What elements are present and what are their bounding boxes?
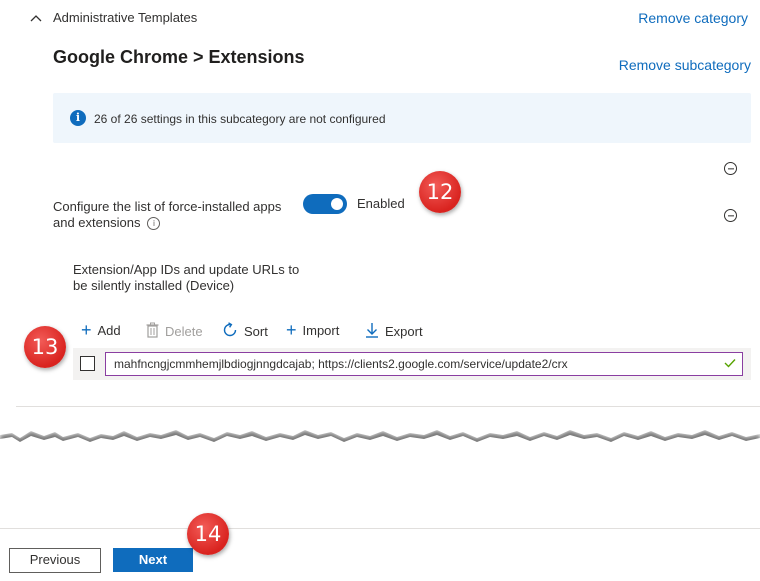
plus-icon: + <box>286 320 297 340</box>
footer-divider <box>0 528 760 529</box>
callout-badge-12: 12 <box>419 171 461 213</box>
remove-category-link[interactable]: Remove category <box>638 10 748 26</box>
extension-url-input[interactable]: mahfncngjcmmhemjlbdiogjnngdcajab; https:… <box>105 352 743 376</box>
sub-setting-label-line1: Extension/App IDs and update URLs to <box>73 262 300 277</box>
import-label: Import <box>302 322 340 338</box>
plus-icon: + <box>81 320 92 340</box>
sub-setting-label: Extension/App IDs and update URLs to be … <box>73 262 299 294</box>
setting-info-icon[interactable]: i <box>147 216 161 230</box>
export-label: Export <box>385 324 423 339</box>
page-title: Google Chrome > Extensions <box>53 47 305 67</box>
section-title: Administrative Templates <box>53 10 198 25</box>
sub-setting-label-line2: be silently installed (Device) <box>73 278 235 293</box>
enabled-toggle[interactable] <box>303 194 347 214</box>
info-bar-text: 26 of 26 settings in this subcategory ar… <box>94 112 386 126</box>
info-bar: i 26 of 26 settings in this subcategory … <box>53 93 751 143</box>
download-icon <box>365 322 379 341</box>
row-checkbox[interactable] <box>80 356 95 371</box>
remove-all-icon[interactable] <box>724 162 737 175</box>
previous-button[interactable]: Previous <box>9 548 101 573</box>
collapse-chevron-icon[interactable] <box>30 11 42 29</box>
refresh-icon <box>222 322 238 341</box>
delete-button[interactable]: Delete <box>146 322 203 341</box>
valid-check-icon <box>724 356 736 371</box>
setting-label-line1: Configure the list of force-installed ap… <box>53 199 282 214</box>
remove-subcategory-link[interactable]: Remove subcategory <box>619 57 751 73</box>
remove-setting-icon[interactable] <box>724 209 737 222</box>
setting-label: Configure the list of force-installed ap… <box>53 199 298 231</box>
add-button[interactable]: + Add <box>81 320 121 340</box>
info-icon: i <box>70 110 86 126</box>
extension-url-value: mahfncngjcmmhemjlbdiogjnngdcajab; https:… <box>114 357 568 371</box>
delete-label: Delete <box>165 324 203 339</box>
callout-badge-13: 13 <box>24 326 66 368</box>
callout-badge-14: 14 <box>187 513 229 555</box>
table-row: mahfncngjcmmhemjlbdiogjnngdcajab; https:… <box>73 348 751 380</box>
toggle-state-label: Enabled <box>357 196 405 211</box>
section-divider <box>16 406 760 407</box>
torn-edge <box>0 412 760 462</box>
export-button[interactable]: Export <box>365 322 423 341</box>
next-button[interactable]: Next <box>113 548 193 572</box>
sort-label: Sort <box>244 324 268 339</box>
import-button[interactable]: + Import <box>286 320 340 340</box>
toggle-knob <box>331 198 343 210</box>
trash-icon <box>146 322 159 341</box>
setting-label-line2: and extensions <box>53 215 141 230</box>
add-label: Add <box>97 322 121 338</box>
sort-button[interactable]: Sort <box>222 322 268 341</box>
